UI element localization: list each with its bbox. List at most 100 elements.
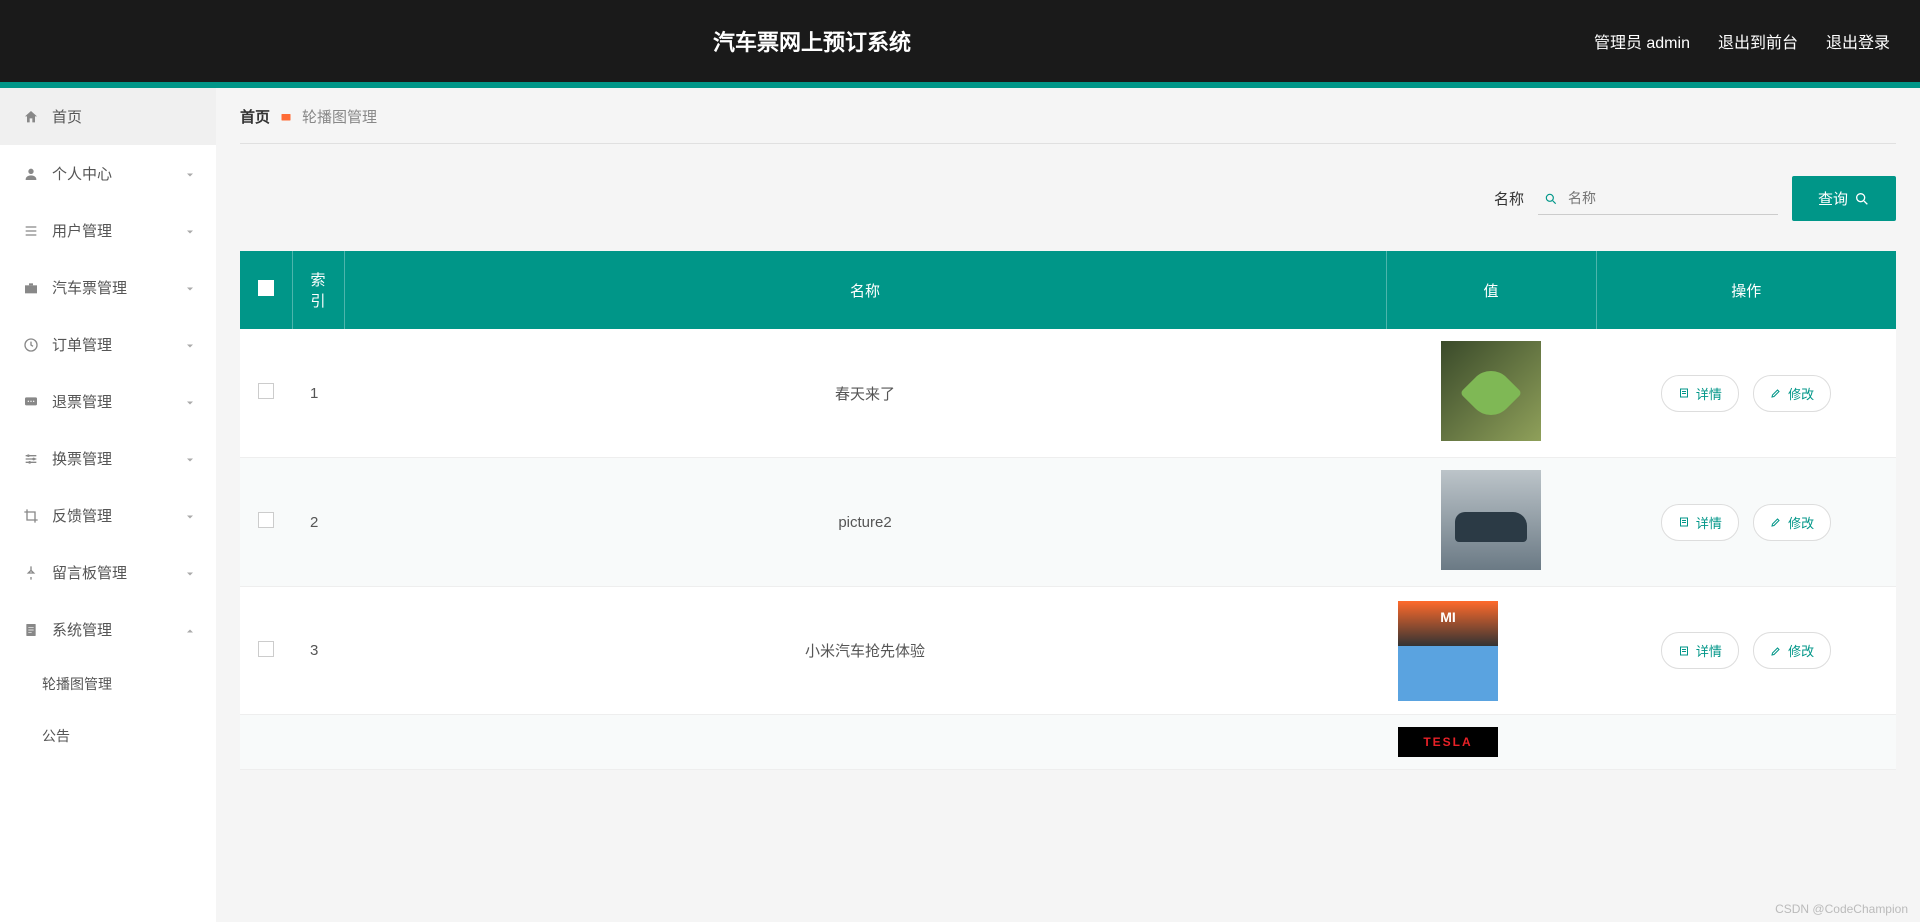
breadcrumb-current: 轮播图管理 bbox=[302, 106, 377, 127]
thumbnail-image bbox=[1441, 341, 1541, 441]
edit-button[interactable]: 修改 bbox=[1753, 632, 1831, 669]
td-value bbox=[1386, 458, 1596, 587]
row-checkbox[interactable] bbox=[258, 512, 274, 528]
td-check bbox=[240, 458, 292, 587]
chevron-down-icon bbox=[184, 510, 196, 522]
td-name: picture2 bbox=[344, 458, 1386, 587]
sidebar-item-label: 退票管理 bbox=[52, 391, 112, 412]
sidebar-item-orders[interactable]: 订单管理 bbox=[0, 316, 216, 373]
search-label: 名称 bbox=[1494, 188, 1524, 209]
sidebar-item-profile[interactable]: 个人中心 bbox=[0, 145, 216, 202]
chevron-down-icon bbox=[184, 396, 196, 408]
chevron-down-icon bbox=[184, 282, 196, 294]
table-header-row: 索引 名称 值 操作 bbox=[240, 251, 1896, 329]
td-index: 1 bbox=[292, 329, 344, 458]
app-title: 汽车票网上预订系统 bbox=[30, 25, 1594, 57]
sidebar-item-home[interactable]: 首页 bbox=[0, 88, 216, 145]
td-value: MI bbox=[1386, 587, 1596, 715]
detail-button[interactable]: 详情 bbox=[1661, 632, 1739, 669]
document-icon bbox=[22, 621, 40, 639]
logout-link[interactable]: 退出登录 bbox=[1826, 29, 1890, 53]
breadcrumb-home[interactable]: 首页 bbox=[240, 106, 270, 127]
select-all-checkbox[interactable] bbox=[258, 280, 274, 296]
sliders-icon bbox=[22, 450, 40, 468]
td-index: 3 bbox=[292, 587, 344, 715]
sidebar-item-label: 首页 bbox=[52, 106, 82, 127]
watermark: CSDN @CodeChampion bbox=[1775, 902, 1908, 916]
detail-label: 详情 bbox=[1696, 513, 1722, 532]
user-icon bbox=[22, 165, 40, 183]
sidebar-item-label: 留言板管理 bbox=[52, 562, 127, 583]
td-check bbox=[240, 715, 292, 770]
table-row: 1 春天来了 详情 修改 bbox=[240, 329, 1896, 458]
row-checkbox[interactable] bbox=[258, 383, 274, 399]
td-ops: 详情 修改 bbox=[1596, 458, 1896, 587]
chevron-down-icon bbox=[184, 339, 196, 351]
sidebar-item-refunds[interactable]: 退票管理 bbox=[0, 373, 216, 430]
pin-icon bbox=[22, 564, 40, 582]
search-row: 名称 查询 bbox=[240, 176, 1896, 221]
search-button[interactable]: 查询 bbox=[1792, 176, 1896, 221]
td-value: TESLA bbox=[1386, 715, 1596, 770]
search-input[interactable] bbox=[1538, 182, 1778, 215]
logout-front-link[interactable]: 退出到前台 bbox=[1718, 29, 1798, 53]
td-name: 春天来了 bbox=[344, 329, 1386, 458]
detail-label: 详情 bbox=[1696, 641, 1722, 660]
edit-label: 修改 bbox=[1788, 641, 1814, 660]
table-row: 3 小米汽车抢先体验 MI 详情 修改 bbox=[240, 587, 1896, 715]
edit-button[interactable]: 修改 bbox=[1753, 504, 1831, 541]
table-row: 2 picture2 详情 修改 bbox=[240, 458, 1896, 587]
row-checkbox[interactable] bbox=[258, 641, 274, 657]
td-index bbox=[292, 715, 344, 770]
chevron-up-icon bbox=[184, 624, 196, 636]
edit-label: 修改 bbox=[1788, 384, 1814, 403]
crop-icon bbox=[22, 507, 40, 525]
table-row: TESLA bbox=[240, 715, 1896, 770]
sidebar-item-feedback[interactable]: 反馈管理 bbox=[0, 487, 216, 544]
th-check bbox=[240, 251, 292, 329]
sidebar-subitem-label: 公告 bbox=[42, 728, 70, 744]
admin-label[interactable]: 管理员 admin bbox=[1594, 29, 1690, 53]
detail-button[interactable]: 详情 bbox=[1661, 504, 1739, 541]
sidebar-item-exchange[interactable]: 换票管理 bbox=[0, 430, 216, 487]
sidebar-item-label: 反馈管理 bbox=[52, 505, 112, 526]
sidebar-item-label: 系统管理 bbox=[52, 619, 112, 640]
briefcase-icon bbox=[22, 279, 40, 297]
td-ops: 详情 修改 bbox=[1596, 587, 1896, 715]
edit-button[interactable]: 修改 bbox=[1753, 375, 1831, 412]
sidebar-item-messages[interactable]: 留言板管理 bbox=[0, 544, 216, 601]
message-icon bbox=[22, 393, 40, 411]
td-ops: 详情 修改 bbox=[1596, 329, 1896, 458]
chevron-down-icon bbox=[184, 225, 196, 237]
th-ops: 操作 bbox=[1596, 251, 1896, 329]
sidebar-item-label: 个人中心 bbox=[52, 163, 112, 184]
sidebar: 首页 个人中心 用户管理 汽车票管理 订单管理 退票管理 bbox=[0, 88, 216, 922]
data-table: 索引 名称 值 操作 1 春天来了 详情 修改 bbox=[240, 251, 1896, 770]
sidebar-item-label: 用户管理 bbox=[52, 220, 112, 241]
breadcrumb: 首页 轮播图管理 bbox=[240, 106, 1896, 144]
edit-label: 修改 bbox=[1788, 513, 1814, 532]
chevron-down-icon bbox=[184, 168, 196, 180]
sidebar-subitem-announcement[interactable]: 公告 bbox=[0, 710, 216, 762]
search-input-wrap bbox=[1538, 182, 1778, 215]
td-check bbox=[240, 587, 292, 715]
td-name bbox=[344, 715, 1386, 770]
th-index: 索引 bbox=[292, 251, 344, 329]
th-name: 名称 bbox=[344, 251, 1386, 329]
detail-label: 详情 bbox=[1696, 384, 1722, 403]
chevron-down-icon bbox=[184, 453, 196, 465]
sidebar-item-system[interactable]: 系统管理 bbox=[0, 601, 216, 658]
list-icon bbox=[22, 222, 40, 240]
sidebar-item-users[interactable]: 用户管理 bbox=[0, 202, 216, 259]
chevron-down-icon bbox=[184, 567, 196, 579]
sidebar-item-label: 汽车票管理 bbox=[52, 277, 127, 298]
main-content: 首页 轮播图管理 名称 查询 索引 名称 值 操作 bbox=[216, 88, 1920, 922]
sidebar-item-tickets[interactable]: 汽车票管理 bbox=[0, 259, 216, 316]
thumbnail-image: TESLA bbox=[1398, 727, 1498, 757]
detail-button[interactable]: 详情 bbox=[1661, 375, 1739, 412]
sidebar-subitem-carousel[interactable]: 轮播图管理 bbox=[0, 658, 216, 710]
thumbnail-image bbox=[1441, 470, 1541, 570]
sidebar-subitem-label: 轮播图管理 bbox=[42, 676, 112, 692]
clock-icon bbox=[22, 336, 40, 354]
td-value bbox=[1386, 329, 1596, 458]
